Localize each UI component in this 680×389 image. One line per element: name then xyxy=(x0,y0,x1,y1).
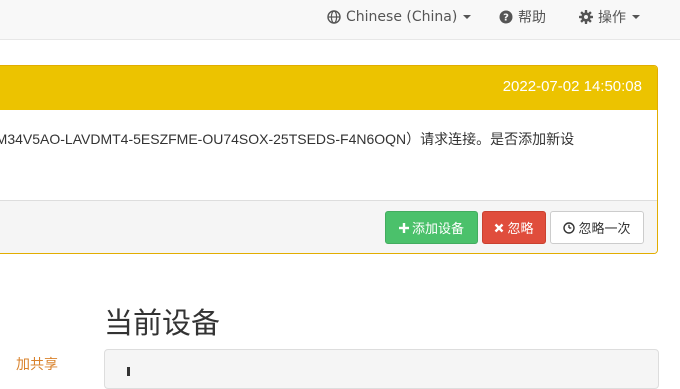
language-label: Chinese (China) xyxy=(346,9,458,25)
help-label: 帮助 xyxy=(518,10,546,26)
language-menu[interactable]: Chinese (China) xyxy=(327,0,472,34)
globe-icon xyxy=(327,10,341,24)
add-share-link[interactable]: 加共享 xyxy=(0,354,58,374)
svg-text:?: ? xyxy=(503,13,509,24)
notification-footer: 添加设备 忽略 忽略一次 xyxy=(0,200,657,253)
question-circle-icon: ? xyxy=(499,10,513,24)
clock-icon xyxy=(563,221,576,234)
actions-menu[interactable]: 操作 xyxy=(579,0,640,34)
notification-header: 2022-07-02 14:50:08 xyxy=(0,66,657,110)
times-icon xyxy=(494,223,504,233)
add-device-label: 添加设备 xyxy=(411,221,464,236)
ignore-button[interactable]: 忽略 xyxy=(482,211,546,244)
ignore-once-button[interactable]: 忽略一次 xyxy=(550,211,644,244)
current-device-panel[interactable] xyxy=(104,349,659,389)
help-link[interactable]: ? 帮助 xyxy=(499,0,546,34)
top-navbar: Chinese (China) ? 帮助 操作 xyxy=(0,0,680,40)
ignore-label: 忽略 xyxy=(507,221,534,236)
notification-timestamp: 2022-07-02 14:50:08 xyxy=(502,78,642,95)
actions-label: 操作 xyxy=(598,10,626,26)
gear-icon xyxy=(579,10,593,24)
page-title: 当前设备 xyxy=(104,308,221,340)
add-device-button[interactable]: 添加设备 xyxy=(385,211,478,244)
chevron-down-icon xyxy=(463,15,472,19)
ignore-once-label: 忽略一次 xyxy=(578,221,631,236)
notification-message: -M34V5AO-LAVDMT4-5ESZFME-OU74SOX-25TSEDS… xyxy=(0,131,575,147)
plus-icon xyxy=(398,222,409,233)
new-device-notification: 2022-07-02 14:50:08 -M34V5AO-LAVDMT4-5ES… xyxy=(0,65,658,254)
notification-body: -M34V5AO-LAVDMT4-5ESZFME-OU74SOX-25TSEDS… xyxy=(0,110,657,200)
device-icon xyxy=(123,361,135,380)
chevron-down-icon xyxy=(632,15,640,19)
